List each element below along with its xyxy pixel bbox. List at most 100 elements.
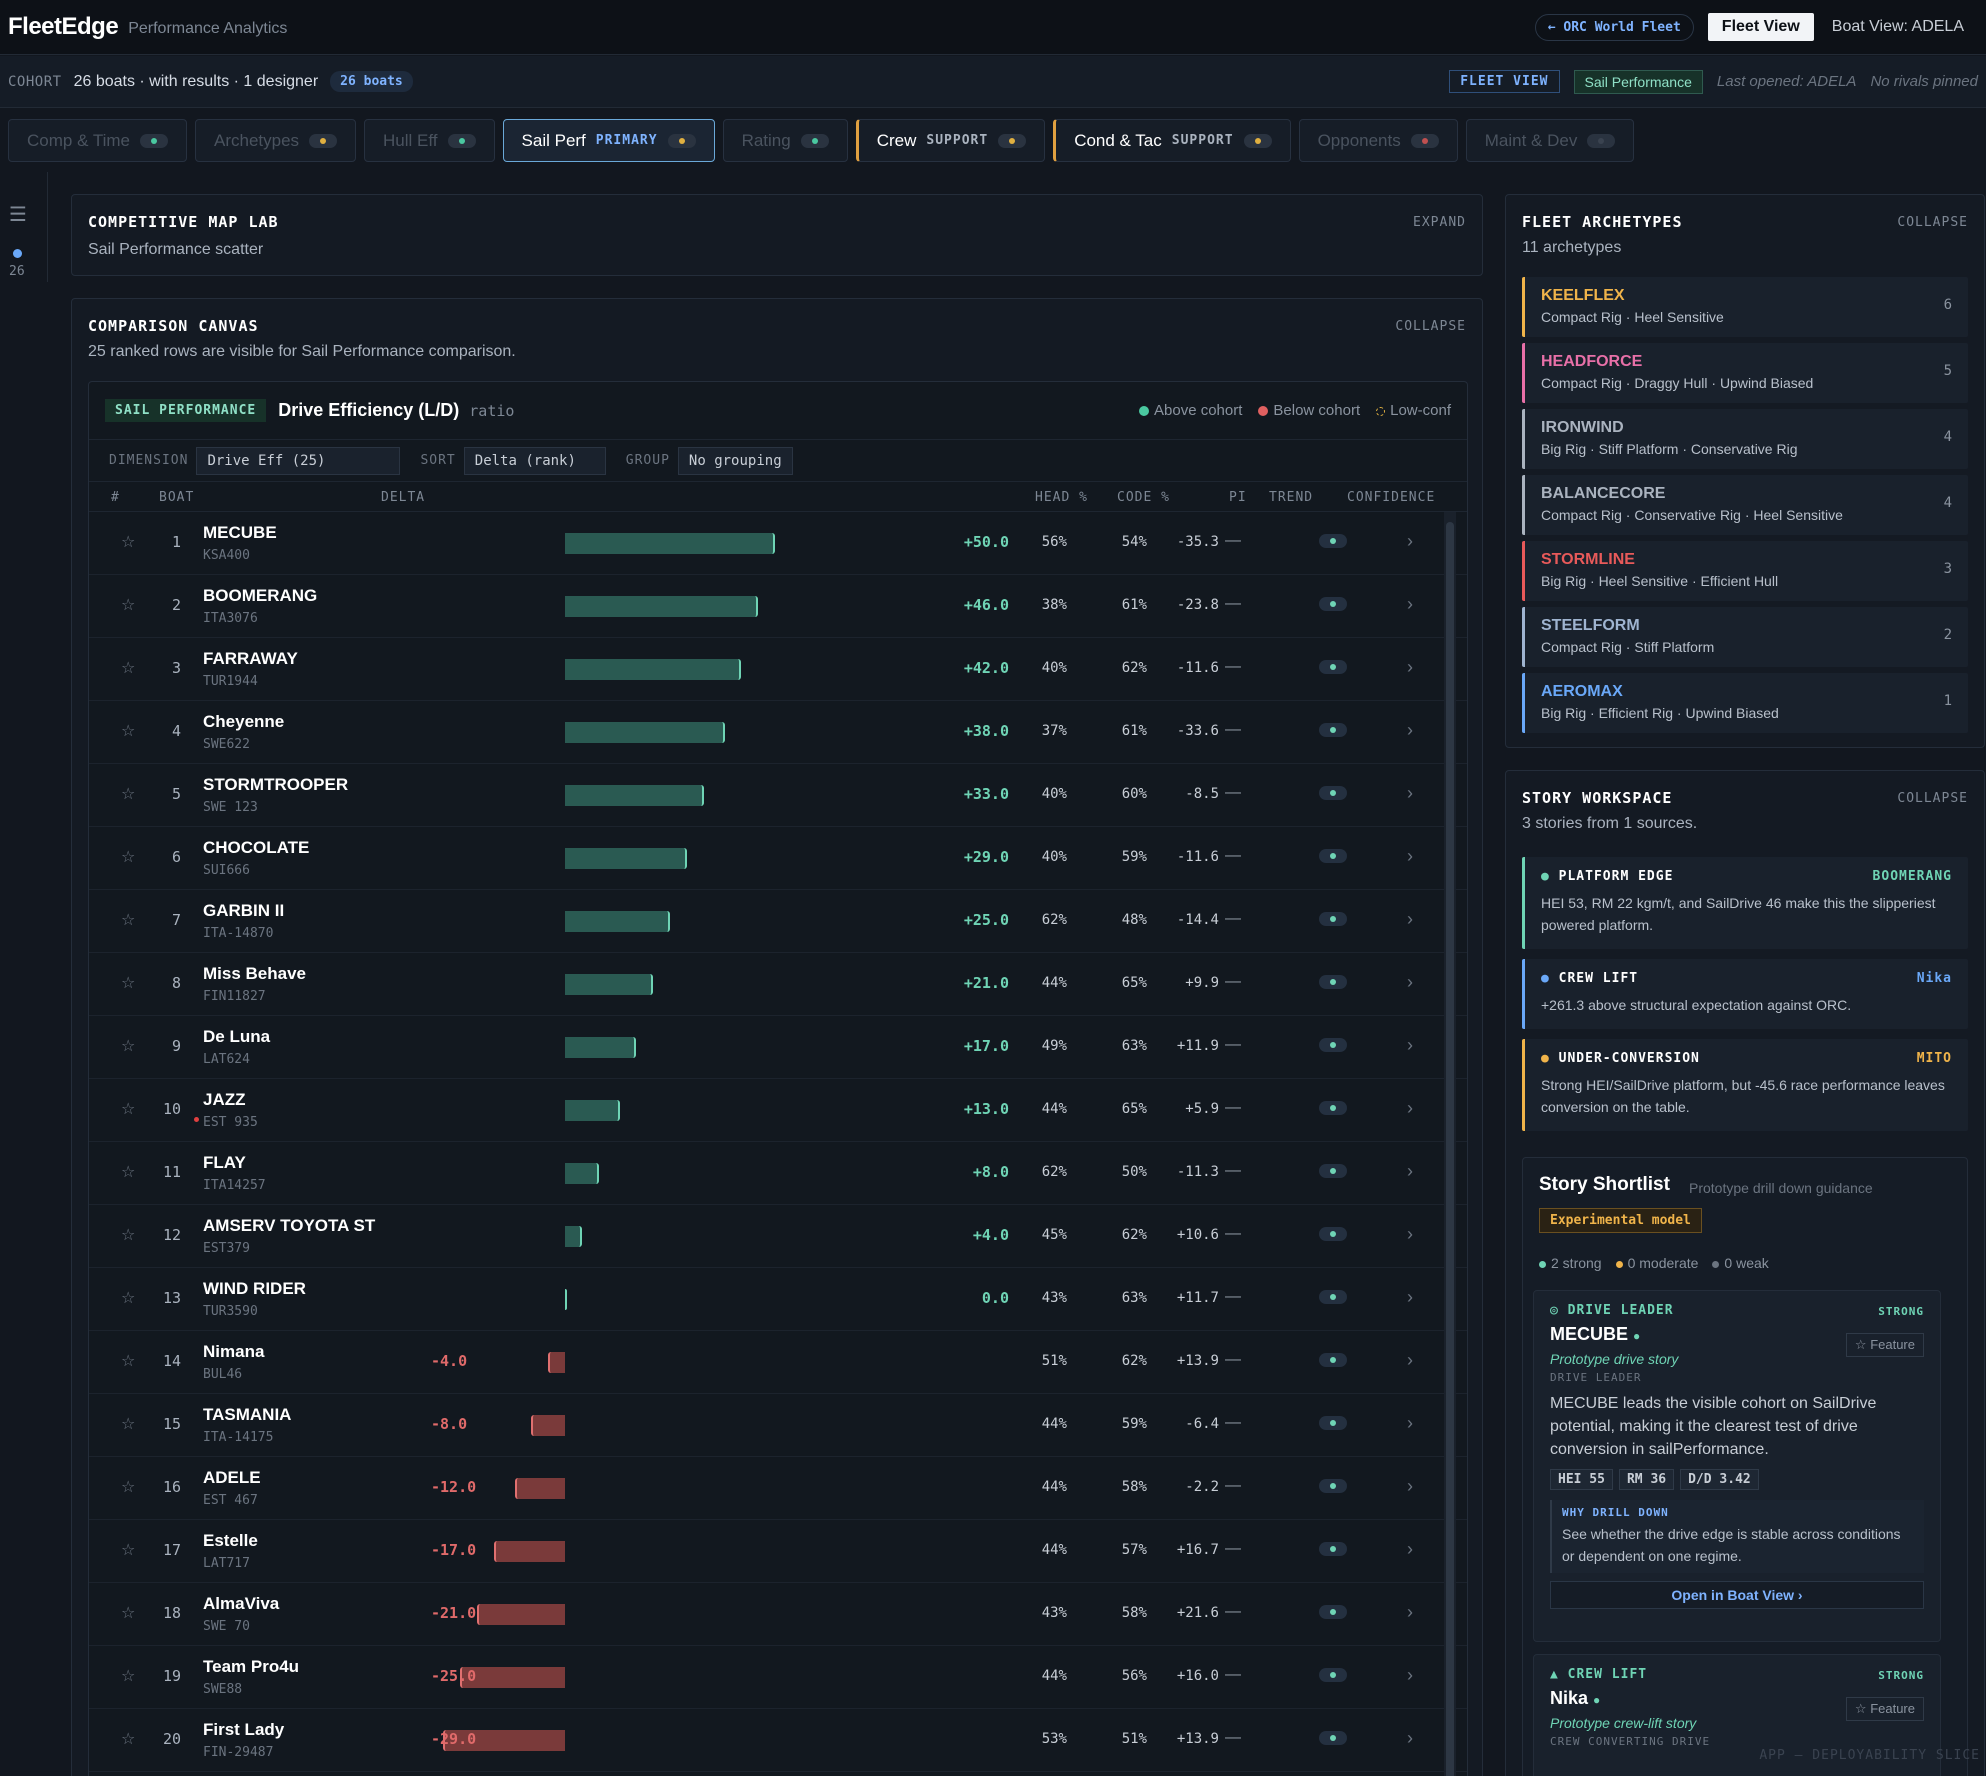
trend-toggle-icon[interactable]	[1319, 1542, 1347, 1556]
feature-button[interactable]: ☆ Feature	[1845, 1333, 1924, 1357]
boat-name[interactable]: Estelle	[203, 1531, 258, 1551]
dimension-select[interactable]: Drive Eff (25)	[196, 446, 401, 475]
boat-name[interactable]: BOOMERANG	[203, 586, 317, 606]
star-icon[interactable]: ☆	[121, 1603, 135, 1623]
group-select[interactable]: No grouping	[677, 446, 793, 475]
trend-toggle-icon[interactable]	[1319, 660, 1347, 674]
boat-name[interactable]: TASMANIA	[203, 1405, 291, 1425]
archetype-item[interactable]: STEELFORM Compact Rig · Stiff Platform 2	[1522, 607, 1968, 667]
trend-toggle-icon[interactable]	[1319, 786, 1347, 800]
star-icon[interactable]: ☆	[121, 1729, 135, 1749]
toggle-icon[interactable]	[667, 133, 696, 148]
table-row[interactable]: ☆ 9 De Luna LAT624 +17.0 49% 63% +11.9 — ›	[89, 1016, 1467, 1079]
chevron-right-icon[interactable]: ›	[1407, 1224, 1413, 1245]
toggle-icon[interactable]	[1587, 133, 1616, 148]
story-item[interactable]: ● UNDER-CONVERSION MITO Strong HEI/SailDri…	[1522, 1039, 1968, 1131]
trend-toggle-icon[interactable]	[1319, 1416, 1347, 1430]
scrollbar-thumb[interactable]	[1446, 522, 1454, 1776]
tab-hull-eff[interactable]: Hull Eff	[364, 119, 495, 162]
orc-world-fleet-button[interactable]: ← ORC World Fleet	[1534, 13, 1694, 41]
star-icon[interactable]: ☆	[121, 721, 135, 741]
archetypes-collapse-button[interactable]: COLLAPSE	[1897, 215, 1968, 230]
tab-archetypes[interactable]: Archetypes	[194, 119, 357, 162]
story-boat[interactable]: BOOMERANG	[1873, 869, 1952, 884]
star-icon[interactable]: ☆	[121, 658, 135, 678]
star-icon[interactable]: ☆	[121, 910, 135, 930]
app-logo[interactable]: FleetEdge	[8, 13, 119, 41]
toggle-icon[interactable]	[447, 133, 476, 148]
boat-name[interactable]: Nimana	[203, 1342, 264, 1362]
archetype-item[interactable]: AEROMAX Big Rig · Efficient Rig · Upwind …	[1522, 673, 1968, 733]
table-row[interactable]: ☆ 11 FLAY ITA14257 +8.0 62% 50% -11.3 — ›	[89, 1142, 1467, 1205]
boat-view-button[interactable]: Boat View: ADELA	[1818, 13, 1978, 41]
boat-name[interactable]: Team Pro4u	[203, 1657, 299, 1677]
table-row[interactable]: ☆ 1 MECUBE KSA400 +50.0 56% 54% -35.3 — ›	[89, 512, 1467, 575]
boat-name[interactable]: MECUBE	[203, 523, 277, 543]
star-icon[interactable]: ☆	[121, 595, 135, 615]
canvas-collapse-button[interactable]: COLLAPSE	[1395, 319, 1466, 334]
trend-toggle-icon[interactable]	[1319, 1731, 1347, 1745]
trend-toggle-icon[interactable]	[1319, 1227, 1347, 1241]
star-icon[interactable]: ☆	[121, 1099, 135, 1119]
fleet-view-button[interactable]: Fleet View	[1707, 13, 1814, 41]
table-row[interactable]: ☆ 3 FARRAWAY TUR1944 +42.0 40% 62% -11.6 — ›	[89, 638, 1467, 701]
trend-toggle-icon[interactable]	[1319, 534, 1347, 548]
col-trend[interactable]: TREND	[1269, 490, 1313, 505]
toggle-icon[interactable]	[139, 133, 168, 148]
boat-name[interactable]: ADELE	[203, 1468, 261, 1488]
toggle-icon[interactable]	[1410, 133, 1439, 148]
boat-name[interactable]: FLAY	[203, 1153, 246, 1173]
toggle-icon[interactable]	[800, 133, 829, 148]
boat-name[interactable]: De Luna	[203, 1027, 270, 1047]
table-row[interactable]: ☆ 10 JAZZ EST 935 +13.0 44% 65% +5.9 — ›	[89, 1079, 1467, 1142]
star-icon[interactable]: ☆	[121, 784, 135, 804]
table-row[interactable]: ☆ 12 AMSERV TOYOTA ST EST379 +4.0 45% 62% +10.6…	[89, 1205, 1467, 1268]
boat-name[interactable]: Cheyenne	[203, 712, 284, 732]
chevron-right-icon[interactable]: ›	[1407, 1476, 1413, 1497]
archetype-item[interactable]: KEELFLEX Compact Rig · Heel Sensitive 6	[1522, 277, 1968, 337]
table-row[interactable]: ☆ 17 Estelle LAT717 -17.0 44% 57% +16.7 — ›	[89, 1520, 1467, 1583]
star-icon[interactable]: ☆	[121, 1477, 135, 1497]
story-item[interactable]: ● CREW LIFT Nika +261.3 above structural e…	[1522, 959, 1968, 1029]
col-head[interactable]: HEAD %	[1035, 490, 1088, 505]
boat-name[interactable]: AlmaViva	[203, 1594, 279, 1614]
chevron-right-icon[interactable]: ›	[1407, 1728, 1413, 1749]
expand-button[interactable]: EXPAND	[1413, 215, 1466, 230]
boat-name[interactable]: JAZZ	[203, 1090, 246, 1110]
chevron-right-icon[interactable]: ›	[1407, 531, 1413, 552]
story-item[interactable]: ● PLATFORM EDGE BOOMERANG HEI 53, RM 22 kg…	[1522, 857, 1968, 949]
star-icon[interactable]: ☆	[121, 1225, 135, 1245]
chevron-right-icon[interactable]: ›	[1407, 1287, 1413, 1308]
trend-toggle-icon[interactable]	[1319, 1668, 1347, 1682]
sort-select[interactable]: Delta (rank)	[463, 446, 606, 475]
star-icon[interactable]: ☆	[121, 532, 135, 552]
chevron-right-icon[interactable]: ›	[1407, 1602, 1413, 1623]
table-row[interactable]: ☆ 8 Miss Behave FIN11827 +21.0 44% 65% +9.9 — ›	[89, 953, 1467, 1016]
table-row[interactable]: ☆ 2 BOOMERANG ITA3076 +46.0 38% 61% -23.8 — ›	[89, 575, 1467, 638]
col-confidence[interactable]: CONFIDENCE	[1347, 490, 1435, 505]
trend-toggle-icon[interactable]	[1319, 1164, 1347, 1178]
tab-comp-time[interactable]: Comp & Time	[8, 119, 187, 162]
star-icon[interactable]: ☆	[121, 1036, 135, 1056]
trend-toggle-icon[interactable]	[1319, 1479, 1347, 1493]
col-delta[interactable]: DELTA	[381, 490, 425, 505]
col-pi[interactable]: PI	[1229, 490, 1247, 505]
chevron-right-icon[interactable]: ›	[1407, 783, 1413, 804]
card-boat-name[interactable]: MECUBE	[1550, 1324, 1628, 1344]
star-icon[interactable]: ☆	[121, 1666, 135, 1686]
toggle-icon[interactable]	[1243, 133, 1272, 148]
chevron-right-icon[interactable]: ›	[1407, 594, 1413, 615]
tab-sail-perf[interactable]: Sail Perf PRIMARY	[502, 119, 715, 162]
chevron-right-icon[interactable]: ›	[1407, 657, 1413, 678]
archetype-item[interactable]: IRONWIND Big Rig · Stiff Platform · Conse…	[1522, 409, 1968, 469]
story-boat[interactable]: Nika	[1917, 971, 1952, 986]
chevron-right-icon[interactable]: ›	[1407, 972, 1413, 993]
star-icon[interactable]: ☆	[121, 1162, 135, 1182]
table-row[interactable]: ☆ 6 CHOCOLATE SUI666 +29.0 40% 59% -11.6 — ›	[89, 827, 1467, 890]
boat-name[interactable]: WIND RIDER	[203, 1279, 306, 1299]
table-row[interactable]: ☆ 16 ADELE EST 467 -12.0 44% 58% -2.2 — ›	[89, 1457, 1467, 1520]
trend-toggle-icon[interactable]	[1319, 1353, 1347, 1367]
table-row[interactable]: ☆ 15 TASMANIA ITA-14175 -8.0 44% 59% -6.4 — ›	[89, 1394, 1467, 1457]
chevron-right-icon[interactable]: ›	[1407, 1350, 1413, 1371]
boat-name[interactable]: CHOCOLATE	[203, 838, 309, 858]
